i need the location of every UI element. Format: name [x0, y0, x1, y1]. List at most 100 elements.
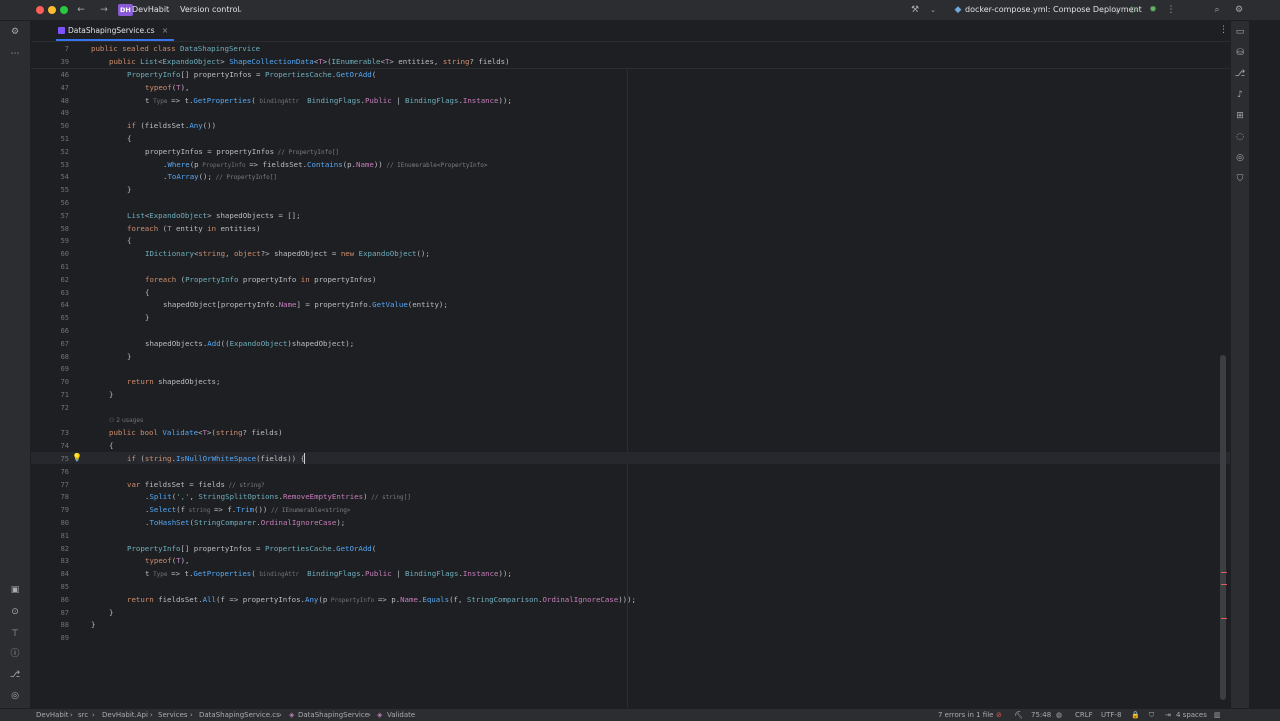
chevron-down-icon[interactable]: ⌄ — [235, 0, 245, 20]
close-tab-icon[interactable]: × — [162, 26, 168, 35]
code-line[interactable]: { — [145, 287, 149, 299]
lightbulb-icon[interactable]: 💡 — [72, 453, 82, 462]
code-line[interactable]: typeof(T), — [145, 82, 190, 94]
code-line[interactable]: } — [91, 619, 95, 631]
folder-icon[interactable]: ▭ — [1231, 25, 1249, 39]
search-icon[interactable]: ⌕ — [1210, 0, 1224, 20]
breadcrumb-services[interactable]: Services — [158, 709, 188, 721]
code-line[interactable]: foreach (PropertyInfo propertyInfo in pr… — [145, 274, 376, 286]
services-icon[interactable]: ⊙ — [0, 605, 30, 619]
close-window-button[interactable] — [36, 6, 44, 14]
tab-options-icon[interactable]: ⋮ — [1219, 25, 1228, 35]
solution-explorer-icon[interactable]: ⚙ — [0, 25, 30, 39]
back-arrow-icon[interactable]: ← — [74, 0, 88, 20]
code-line[interactable]: .Split(',', StringSplitOptions.RemoveEmp… — [145, 491, 411, 503]
git-icon[interactable]: ⎇ — [0, 668, 30, 682]
code-line[interactable]: } — [109, 607, 113, 619]
debug-icon[interactable]: ✹ — [1146, 0, 1160, 20]
code-line[interactable]: var fieldsSet = fields // string? — [127, 479, 265, 491]
code-line[interactable]: if (fieldsSet.Any()) — [127, 120, 216, 132]
error-stripe-marker[interactable] — [1221, 618, 1227, 619]
error-stripe-marker[interactable] — [1221, 572, 1227, 573]
code-line[interactable]: PropertyInfo[] propertyInfos = Propertie… — [127, 69, 376, 81]
build-icon[interactable]: ⊤ — [0, 627, 30, 641]
code-line[interactable]: .Where(p PropertyInfo => fieldsSet.Conta… — [163, 159, 488, 171]
code-vision-usages[interactable]: ⚇ 2 usages — [109, 417, 143, 424]
problems-icon[interactable]: ⓘ — [0, 647, 30, 661]
code-line[interactable]: t Type => t.GetProperties( bindingAttr B… — [145, 95, 512, 107]
code-line[interactable]: PropertyInfo[] propertyInfos = Propertie… — [127, 543, 376, 555]
breadcrumb-api[interactable]: DevHabit.Api — [102, 709, 148, 721]
code-line[interactable]: shapedObject[propertyInfo.Name] = proper… — [163, 299, 448, 311]
code-line[interactable]: public bool Validate<T>(string? fields) — [109, 427, 283, 439]
code-line[interactable]: } — [145, 312, 149, 324]
breadcrumb-class[interactable]: DataShapingService — [298, 709, 369, 721]
breadcrumb-file[interactable]: DataShapingService.cs — [199, 709, 280, 721]
copilot-icon[interactable]: ◎ — [1231, 151, 1249, 165]
code-line[interactable]: foreach (T entity in entities) — [127, 223, 261, 235]
hammer-icon[interactable]: ⚒ — [908, 0, 922, 20]
line-ending[interactable]: CRLF — [1075, 709, 1093, 721]
settings-gear-icon[interactable]: ⚙ — [1232, 0, 1246, 20]
endpoints-icon[interactable]: ⊞ — [1231, 109, 1249, 123]
code-line[interactable]: return fieldsSet.All(f => propertyInfos.… — [127, 594, 636, 606]
git-branch-icon[interactable]: ⎇ — [1231, 67, 1249, 81]
code-line[interactable]: } — [127, 184, 131, 196]
sticky-code-line[interactable]: public List<ExpandoObject> ShapeCollecti… — [109, 56, 510, 68]
tab-datashapingservice[interactable]: DataShapingService.cs × — [56, 21, 175, 41]
errors-summary[interactable]: 7 errors in 1 file — [938, 709, 993, 721]
code-line[interactable]: t Type => t.GetProperties( bindingAttr B… — [145, 568, 512, 580]
editor-scrollbar[interactable] — [1220, 355, 1226, 700]
breadcrumb-src[interactable]: src — [78, 709, 88, 721]
chevron-down-icon[interactable]: ⌄ — [1112, 0, 1122, 20]
ai-assistant-icon[interactable]: ◌ — [1231, 130, 1249, 144]
code-line[interactable]: } — [127, 351, 131, 363]
unsaved-icon: ◍ — [1056, 711, 1063, 719]
chevron-down-icon[interactable]: ⌄ — [928, 0, 938, 20]
version-control-menu[interactable]: Version control — [180, 0, 240, 20]
line-number: 62 — [60, 275, 69, 284]
file-encoding[interactable]: UTF-8 — [1101, 709, 1121, 721]
line-number: 83 — [60, 557, 69, 566]
notifications-icon[interactable]: ◎ — [0, 689, 30, 703]
text-caret — [304, 453, 305, 464]
more-tools-icon[interactable]: ⋯ — [0, 47, 30, 61]
indent-setting[interactable]: 4 spaces — [1176, 709, 1207, 721]
code-line[interactable]: if (string.IsNullOrWhiteSpace(fields)) { — [127, 453, 305, 465]
code-line[interactable]: { — [127, 235, 131, 247]
code-line[interactable]: shapedObjects.Add((ExpandoObject)shapedO… — [145, 338, 354, 350]
code-line[interactable]: IDictionary<string, object?> shapedObjec… — [145, 248, 430, 260]
breadcrumb-project[interactable]: DevHabit — [36, 709, 69, 721]
breadcrumb-separator: › — [70, 711, 73, 719]
code-line[interactable]: { — [127, 133, 131, 145]
database-icon[interactable]: ⛁ — [1231, 46, 1249, 60]
terminal-icon[interactable]: ▣ — [0, 583, 30, 597]
lock-icon[interactable]: 🔒 — [1131, 709, 1140, 721]
code-cleanup-icon[interactable]: ⛏ — [1014, 709, 1023, 721]
shield-icon[interactable]: ⛉ — [1231, 172, 1249, 186]
chevron-down-icon[interactable]: ⌄ — [163, 0, 173, 20]
zoom-window-button[interactable] — [60, 6, 68, 14]
sticky-code-line[interactable]: public sealed class DataShapingService — [91, 43, 260, 55]
more-actions-icon[interactable]: ⋮ — [1164, 0, 1178, 20]
no-entry-icon[interactable]: ⊘ — [996, 709, 1002, 721]
code-line[interactable]: return shapedObjects; — [127, 376, 220, 388]
shield-icon[interactable]: ⛉ — [1149, 709, 1154, 721]
code-line[interactable]: typeof(T), — [145, 555, 190, 567]
code-line[interactable]: .Select(f string => f.Trim()) // IEnumer… — [145, 504, 350, 516]
caret-position[interactable]: 75:48 — [1031, 709, 1051, 721]
run-icon[interactable]: ▷ — [1128, 0, 1142, 20]
forward-arrow-icon[interactable]: → — [97, 0, 111, 20]
code-line[interactable]: } — [109, 389, 113, 401]
memory-indicator-icon[interactable]: ▥ — [1214, 709, 1221, 721]
code-line[interactable]: List<ExpandoObject> shapedObjects = []; — [127, 210, 301, 222]
code-editor[interactable] — [31, 42, 1230, 708]
code-line[interactable]: .ToHashSet(StringComparer.OrdinalIgnoreC… — [145, 517, 345, 529]
minimize-window-button[interactable] — [48, 6, 56, 14]
error-stripe-marker[interactable] — [1221, 584, 1227, 585]
breadcrumb-method[interactable]: Validate — [387, 709, 415, 721]
notification-bell-icon[interactable]: ♪ — [1231, 88, 1249, 102]
code-line[interactable]: .ToArray(); // PropertyInfo[] — [163, 171, 277, 183]
code-line[interactable]: propertyInfos = propertyInfos // Propert… — [145, 146, 339, 158]
code-line[interactable]: { — [109, 440, 113, 452]
